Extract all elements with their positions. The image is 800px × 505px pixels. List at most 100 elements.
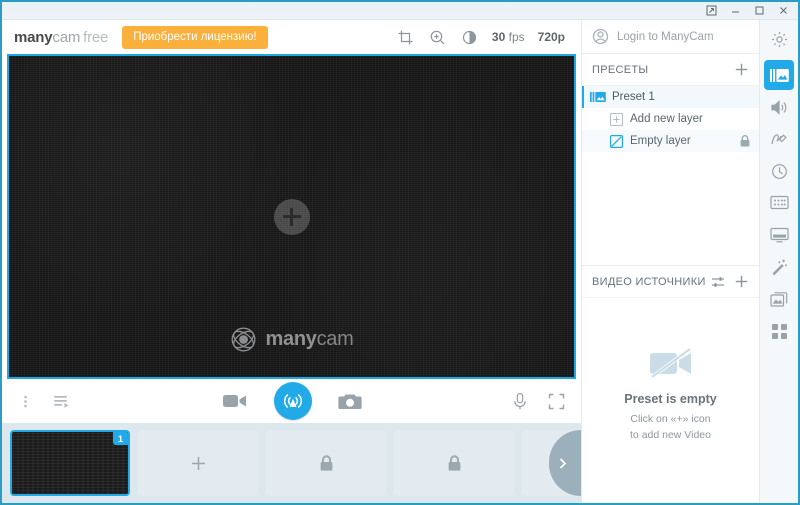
clock-icon — [771, 163, 787, 179]
speaker-icon — [771, 99, 787, 115]
panel-spacer — [582, 152, 759, 266]
video-sources-actions — [711, 274, 749, 289]
crop-icon[interactable] — [396, 28, 415, 47]
broadcast-button[interactable] — [273, 382, 312, 420]
preset-thumbnail-locked[interactable] — [394, 430, 514, 496]
empty-state-hint-line1: Click on «+» icon — [630, 413, 711, 425]
add-new-layer-label: Add new layer — [630, 113, 703, 125]
empty-state-hint-line2: to add new Video — [630, 429, 711, 442]
maximize-window-button[interactable] — [748, 3, 770, 19]
add-preset-button[interactable] — [734, 62, 749, 77]
watermark-text: manycam — [266, 328, 354, 351]
video-sources-section-header: ВИДЕО ИСТОЧНИКИ — [582, 266, 759, 298]
window-body: manycam free Приобрести лицензию! 30 fps… — [2, 20, 798, 503]
magic-wand-icon — [772, 259, 787, 276]
rail-item-magic[interactable] — [764, 252, 794, 282]
rail-item-backgrounds[interactable] — [764, 284, 794, 314]
presets-list: Preset 1 Add new layer Empty layer — [582, 86, 759, 152]
logo-light: cam — [52, 28, 81, 46]
rail-item-presets[interactable] — [764, 60, 794, 90]
account-icon — [592, 28, 609, 45]
grid-apps-icon — [771, 323, 787, 339]
manycam-watermark: manycam — [230, 326, 354, 353]
fullscreen-icon[interactable] — [548, 393, 565, 410]
chevron-right-icon — [559, 457, 567, 469]
watermark-light: cam — [316, 328, 354, 350]
playlist-icon[interactable] — [53, 393, 71, 409]
rail-item-lower-third[interactable] — [764, 220, 794, 250]
preset-thumbnail-strip: 1 — [2, 423, 581, 503]
logo-bold: many — [14, 28, 53, 46]
restore-window-button[interactable] — [700, 3, 722, 19]
fps-value: 30 — [491, 30, 506, 44]
window-controls — [700, 3, 798, 19]
rail-item-timer[interactable] — [764, 156, 794, 186]
brightness-icon[interactable] — [460, 28, 479, 47]
close-window-button[interactable] — [772, 3, 794, 19]
lock-icon[interactable] — [739, 134, 751, 148]
right-panel: Login to ManyCam ПРЕСЕТЫ Preset 1 Add ne… — [581, 20, 759, 503]
manycam-window: manycam free Приобрести лицензию! 30 fps… — [0, 0, 800, 505]
kebab-menu-icon[interactable] — [18, 394, 33, 409]
camera-off-icon — [649, 347, 691, 379]
bottom-toolbar — [2, 379, 581, 423]
login-label: Login to ManyCam — [617, 30, 714, 43]
sliders-glyph — [712, 276, 724, 287]
video-stage-wrapper: manycam — [2, 54, 581, 379]
preset-name: Preset 1 — [612, 91, 655, 103]
lower-third-icon — [769, 227, 789, 243]
presets-section-header: ПРЕСЕТЫ — [582, 54, 759, 86]
camera-snapshot-icon[interactable] — [337, 392, 362, 411]
presets-title: ПРЕСЕТЫ — [592, 63, 649, 76]
rail-item-apps[interactable] — [764, 316, 794, 346]
preset-thumbnail-locked[interactable] — [266, 430, 386, 496]
video-sources-empty-state: Preset is empty Click on «+» icon to add… — [582, 298, 759, 503]
fps-indicator: 30 fps — [492, 30, 525, 44]
rail-item-effects[interactable] — [764, 188, 794, 218]
manycam-mark-icon — [231, 327, 255, 352]
watermark-bold: many — [265, 328, 317, 350]
login-row[interactable]: Login to ManyCam — [582, 20, 759, 54]
logo-edition: free — [83, 28, 109, 46]
add-source-button[interactable] — [273, 198, 310, 235]
icon-rail — [759, 20, 798, 503]
add-video-source-button[interactable] — [734, 274, 749, 289]
lock-icon — [320, 454, 332, 471]
lock-icon — [448, 454, 460, 471]
minimize-window-button[interactable] — [724, 3, 746, 19]
rail-item-draw[interactable] — [764, 124, 794, 154]
toolbar-right-group — [512, 392, 565, 411]
empty-layer-icon — [610, 134, 623, 148]
fps-unit: fps — [508, 30, 525, 44]
toolbar-center-group — [222, 382, 362, 420]
plus-icon — [735, 275, 748, 288]
video-record-icon[interactable] — [222, 392, 248, 410]
preset-row[interactable]: Preset 1 — [582, 86, 759, 108]
preset-thumbnail-add[interactable] — [138, 430, 258, 496]
thumbnail-preview — [12, 432, 128, 494]
toolbar-left-group — [18, 393, 71, 409]
video-preview[interactable]: manycam — [7, 54, 576, 379]
empty-layer-label: Empty layer — [630, 135, 691, 147]
images-icon — [770, 291, 788, 307]
plus-icon — [610, 112, 623, 126]
app-logo: manycam free — [14, 29, 108, 46]
header-controls: 30 fps 720p — [396, 28, 571, 47]
presets-icon — [590, 92, 606, 102]
plus-icon — [191, 456, 205, 470]
resolution-indicator: 720p — [537, 30, 565, 44]
rail-item-settings[interactable] — [764, 24, 794, 54]
add-new-layer-row[interactable]: Add new layer — [582, 108, 759, 130]
title-bar — [2, 2, 798, 20]
microphone-icon[interactable] — [512, 392, 528, 411]
presets-icon — [769, 68, 789, 82]
zoom-in-icon[interactable] — [428, 28, 447, 47]
preset-thumbnail-active[interactable]: 1 — [10, 430, 130, 496]
sliders-icon[interactable] — [711, 275, 725, 289]
gear-icon — [771, 31, 787, 47]
effects-icon — [769, 195, 789, 210]
empty-layer-row[interactable]: Empty layer — [582, 130, 759, 152]
buy-license-button[interactable]: Приобрести лицензию! — [122, 25, 268, 49]
app-header: manycam free Приобрести лицензию! 30 fps… — [2, 20, 581, 54]
rail-item-audio[interactable] — [764, 92, 794, 122]
